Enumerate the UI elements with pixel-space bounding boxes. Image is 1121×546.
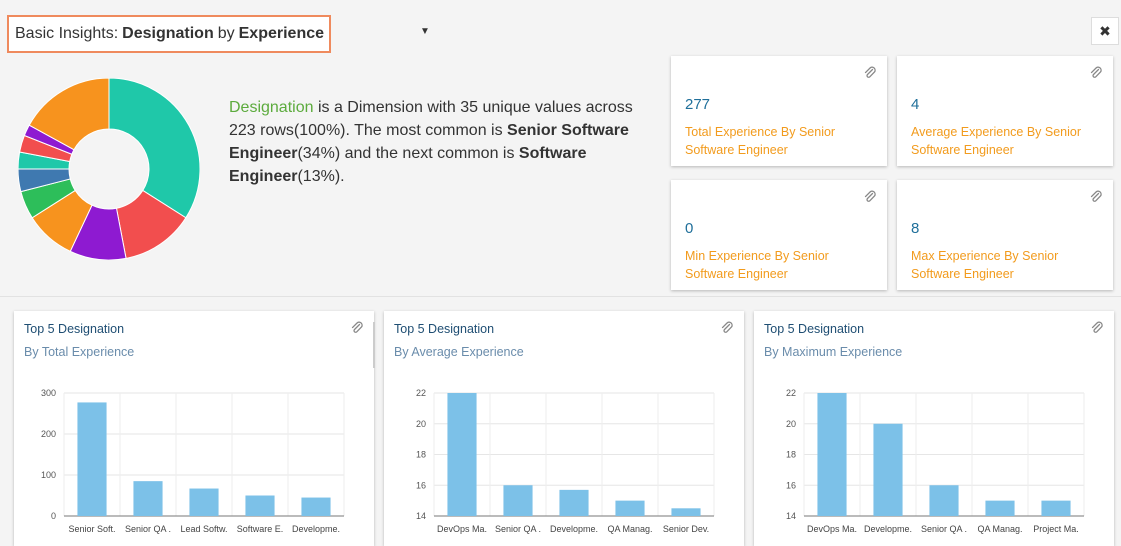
x-tick-label: Lead Softw. (180, 524, 227, 534)
kpi-card-average: 4 Average Experience By Senior Software … (897, 56, 1113, 166)
kpi-card-min: 0 Min Experience By Senior Software Engi… (671, 180, 887, 290)
description-dimension: Designation (229, 99, 314, 116)
insight-selector[interactable]: Basic Insights: Designation by Experienc… (7, 15, 331, 53)
x-tick-label: QA Manag. (977, 524, 1022, 534)
x-tick-label: Senior QA . (921, 524, 967, 534)
x-tick-label: Developme. (292, 524, 340, 534)
x-tick-label: DevOps Ma. (807, 524, 857, 534)
x-tick-label: Developme. (550, 524, 598, 534)
kpi-label: Total Experience By Senior Software Engi… (685, 125, 836, 157)
y-tick-label: 14 (416, 511, 426, 521)
bar[interactable] (189, 488, 219, 516)
y-tick-label: 14 (786, 511, 796, 521)
kpi-value: 8 (911, 220, 920, 237)
insight-description: Designation is a Dimension with 35 uniqu… (229, 96, 649, 188)
y-tick-label: 18 (786, 450, 796, 460)
x-tick-label: Senior QA . (125, 524, 171, 534)
close-button[interactable]: ✖ (1091, 17, 1119, 45)
bar[interactable] (1041, 500, 1071, 516)
bar[interactable] (671, 508, 701, 516)
chart-card-maximum: Top 5 Designation By Maximum Experience … (754, 311, 1114, 546)
x-tick-label: Senior Dev. (663, 524, 709, 534)
bar[interactable] (77, 402, 107, 516)
paperclip-icon[interactable] (1089, 190, 1103, 204)
bar-chart-total-experience: 0 100 200 300 Senior Soft. Senior QA . Lead So… (41, 388, 345, 534)
bar-chart-maximum-experience: 14 16 18 20 22 DevOps Ma. Developme. Senior QA … (786, 388, 1085, 534)
y-tick-label: 0 (51, 511, 56, 521)
chart-title: Top 5 Designation (764, 322, 865, 336)
bar[interactable] (873, 423, 903, 516)
bar[interactable] (985, 500, 1015, 516)
x-tick-label: Developme. (864, 524, 912, 534)
bar[interactable] (133, 481, 163, 516)
bar[interactable] (929, 485, 959, 516)
insights-header-panel: Basic Insights: Designation by Experienc… (0, 0, 1121, 296)
kpi-value: 4 (911, 96, 920, 113)
scrollbar[interactable] (373, 322, 375, 368)
paperclip-icon[interactable] (863, 190, 877, 204)
y-tick-label: 22 (786, 388, 796, 398)
kpi-value: 0 (685, 220, 694, 237)
chart-card-total: Top 5 Designation By Total Experience 0 1… (14, 311, 374, 546)
bar[interactable] (245, 495, 275, 517)
x-tick-label: QA Manag. (607, 524, 652, 534)
chart-title: Top 5 Designation (394, 322, 495, 336)
x-tick-label: DevOps Ma. (437, 524, 487, 534)
y-tick-label: 20 (786, 419, 796, 429)
kpi-label: Average Experience By Senior Software En… (911, 125, 1082, 157)
bar-chart-average-experience: 14 16 18 20 22 DevOps Ma. Senior QA . Developme… (416, 388, 715, 534)
chart-subtitle: By Average Experience (394, 345, 524, 359)
designation-donut-chart (18, 78, 200, 260)
close-icon: ✖ (1099, 22, 1111, 39)
y-tick-label: 16 (786, 480, 796, 490)
dimension-name: Designation (122, 25, 214, 42)
donut-slice-0[interactable] (108, 78, 200, 219)
kpi-label: Max Experience By Senior Software Engine… (911, 249, 1059, 281)
chart-title: Top 5 Designation (24, 322, 125, 336)
chevron-down-icon[interactable]: ▼ (420, 26, 430, 37)
insight-prefix: Basic Insights: (15, 25, 119, 42)
paperclip-icon[interactable] (1089, 66, 1103, 80)
measure-name: Experience (238, 25, 325, 42)
kpi-card-total: 277 Total Experience By Senior Software … (671, 56, 887, 166)
paperclip-icon[interactable] (1090, 321, 1104, 335)
x-tick-label: Senior Soft. (68, 524, 115, 534)
y-tick-label: 20 (416, 419, 426, 429)
bar[interactable] (615, 500, 645, 516)
section-divider (0, 296, 1121, 297)
y-tick-label: 100 (41, 470, 56, 480)
bar[interactable] (447, 393, 477, 516)
kpi-value: 277 (685, 96, 711, 113)
paperclip-icon[interactable] (863, 66, 877, 80)
chart-card-average: Top 5 Designation By Average Experience … (384, 311, 744, 546)
x-tick-label: Senior QA . (495, 524, 541, 534)
x-tick-label: Software E. (237, 524, 284, 534)
paperclip-icon[interactable] (350, 321, 364, 335)
y-tick-label: 16 (416, 480, 426, 490)
description-text-3: (13%). (297, 168, 345, 185)
y-tick-label: 22 (416, 388, 426, 398)
y-tick-label: 18 (416, 450, 426, 460)
y-tick-label: 300 (41, 388, 56, 398)
kpi-label: Min Experience By Senior Software Engine… (685, 249, 829, 281)
bar[interactable] (503, 485, 533, 516)
paperclip-icon[interactable] (720, 321, 734, 335)
bar[interactable] (301, 497, 331, 516)
kpi-card-max: 8 Max Experience By Senior Software Engi… (897, 180, 1113, 290)
bar[interactable] (817, 393, 847, 516)
chart-subtitle: By Total Experience (24, 345, 135, 359)
by-label: by (217, 25, 235, 42)
chart-subtitle: By Maximum Experience (764, 345, 903, 359)
y-tick-label: 200 (41, 429, 56, 439)
bar[interactable] (559, 489, 589, 516)
x-tick-label: Project Ma. (1033, 524, 1079, 534)
description-text-2: (34%) and the next common is (297, 145, 519, 162)
